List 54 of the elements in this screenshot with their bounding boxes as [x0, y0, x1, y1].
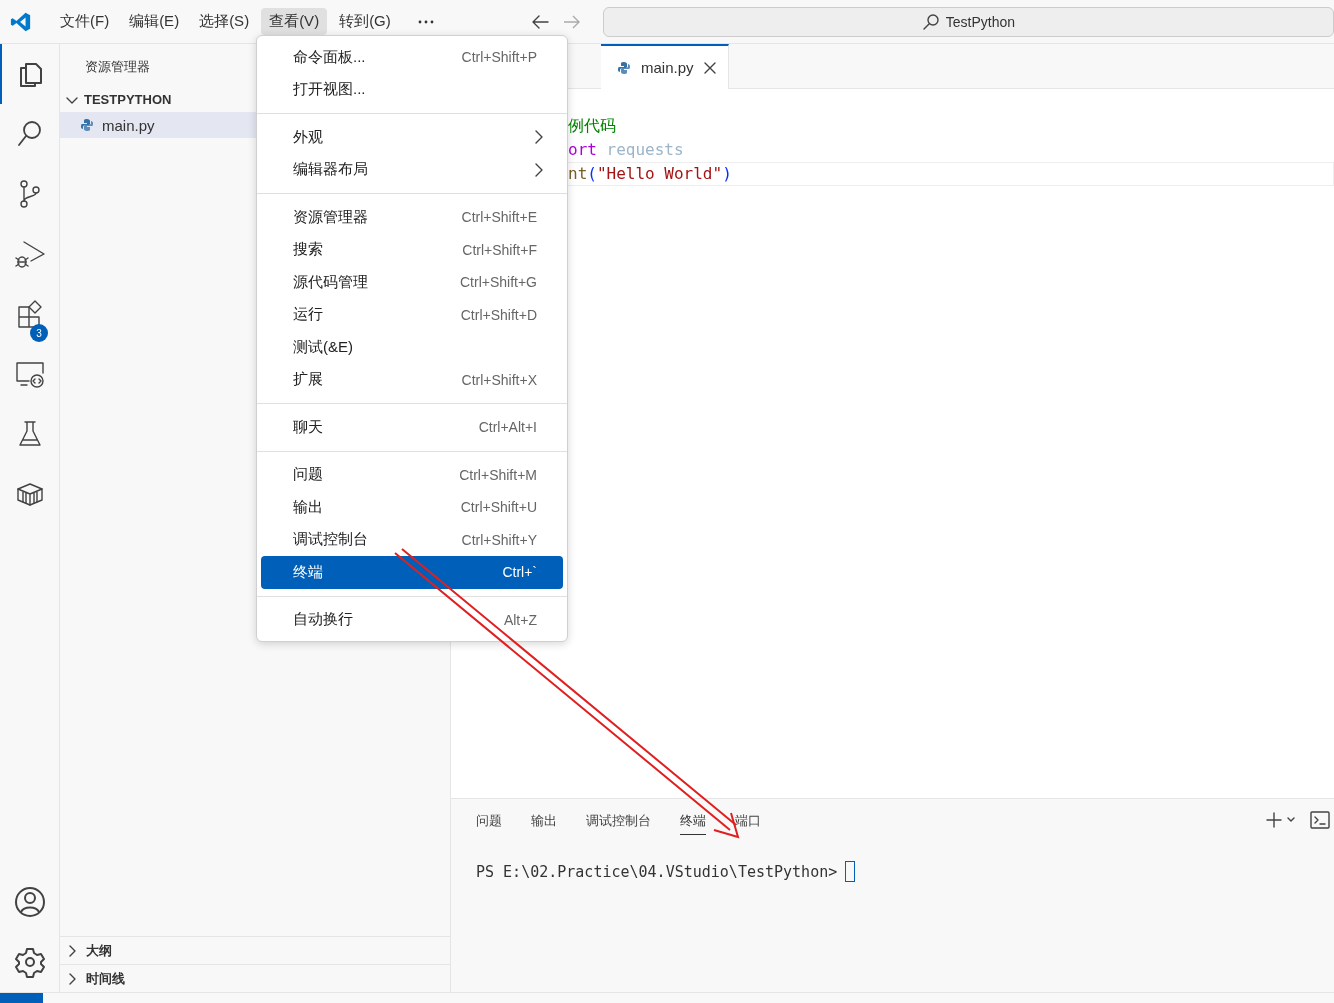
- panel-tab[interactable]: 调试控制台: [586, 805, 651, 835]
- file-item[interactable]: main.py: [60, 112, 256, 138]
- panel-tab[interactable]: 终端: [680, 805, 706, 835]
- close-icon[interactable]: [703, 61, 716, 74]
- panel-tab[interactable]: 问题: [476, 805, 502, 835]
- menu-item[interactable]: 输出 Ctrl+Shift+U: [261, 491, 563, 524]
- panel-tab[interactable]: 输出: [531, 805, 557, 835]
- menu-item[interactable]: 运行 Ctrl+Shift+D: [261, 298, 563, 331]
- flask-icon[interactable]: [16, 419, 43, 449]
- menu-item[interactable]: 扩展 Ctrl+Shift+X: [261, 363, 563, 396]
- terminal-prompt: PS E:\02.Practice\04.VStudio\TestPython>: [476, 862, 838, 881]
- play-bug-icon[interactable]: [13, 238, 46, 270]
- menu-bar-item[interactable]: 查看(V): [261, 8, 328, 35]
- menu-item[interactable]: 打开视图...: [261, 73, 563, 106]
- menu-item[interactable]: 搜索 Ctrl+Shift+F: [261, 233, 563, 266]
- python-file-icon: [617, 60, 631, 75]
- menu-item[interactable]: 自动换行 Alt+Z: [261, 603, 563, 636]
- add-terminal-icon[interactable]: [1266, 812, 1296, 828]
- back-arrow-icon[interactable]: [530, 14, 549, 29]
- menu-item[interactable]: 外观: [261, 121, 563, 154]
- code-line: 例代码: [568, 116, 616, 135]
- account-icon[interactable]: [13, 886, 46, 918]
- code-line: nt("Hello World"): [568, 164, 732, 183]
- panel-tab[interactable]: 端口: [735, 805, 761, 835]
- remote-monitor-icon[interactable]: [14, 359, 45, 389]
- search-icon: [921, 12, 940, 31]
- menu-bar-item[interactable]: 选择(S): [191, 8, 258, 35]
- menu-item[interactable]: 资源管理器 Ctrl+Shift+E: [261, 201, 563, 234]
- command-center-field[interactable]: TestPython: [602, 6, 1334, 37]
- code-line: ort requests: [568, 140, 684, 159]
- terminal-cursor: [845, 861, 856, 882]
- more-icon[interactable]: [416, 18, 435, 25]
- extensions-icon[interactable]: [15, 299, 44, 329]
- section-header[interactable]: 大纲: [60, 936, 450, 964]
- terminal-icon[interactable]: [1310, 810, 1330, 830]
- settings-icon[interactable]: [13, 946, 46, 978]
- menu-item[interactable]: 调试控制台 Ctrl+Shift+Y: [261, 523, 563, 556]
- folder-header[interactable]: TESTPYTHON: [60, 87, 250, 112]
- menu-bar-item[interactable]: 编辑(E): [121, 8, 188, 35]
- menu-item[interactable]: 源代码管理 Ctrl+Shift+G: [261, 266, 563, 299]
- menu-item[interactable]: 聊天 Ctrl+Alt+I: [261, 411, 563, 444]
- menu-item[interactable]: 测试(&E): [261, 331, 563, 364]
- sidebar-title: 资源管理器: [85, 58, 150, 76]
- app-logo-icon[interactable]: [10, 10, 32, 33]
- menu-bar-item[interactable]: 转到(G): [331, 8, 399, 35]
- menu-item[interactable]: 编辑器布局: [261, 153, 563, 186]
- count-badge: 3: [30, 324, 48, 342]
- menu-item[interactable]: 命令面板... Ctrl+Shift+P: [261, 41, 563, 74]
- menu-item[interactable]: 终端 Ctrl+`: [261, 556, 563, 589]
- menu-item[interactable]: 问题 Ctrl+Shift+M: [261, 458, 563, 491]
- python-file-icon: [80, 118, 94, 132]
- menu-bar-item[interactable]: 文件(F): [51, 8, 118, 35]
- editor-tab[interactable]: main.py: [601, 44, 729, 89]
- search-icon[interactable]: [15, 119, 44, 149]
